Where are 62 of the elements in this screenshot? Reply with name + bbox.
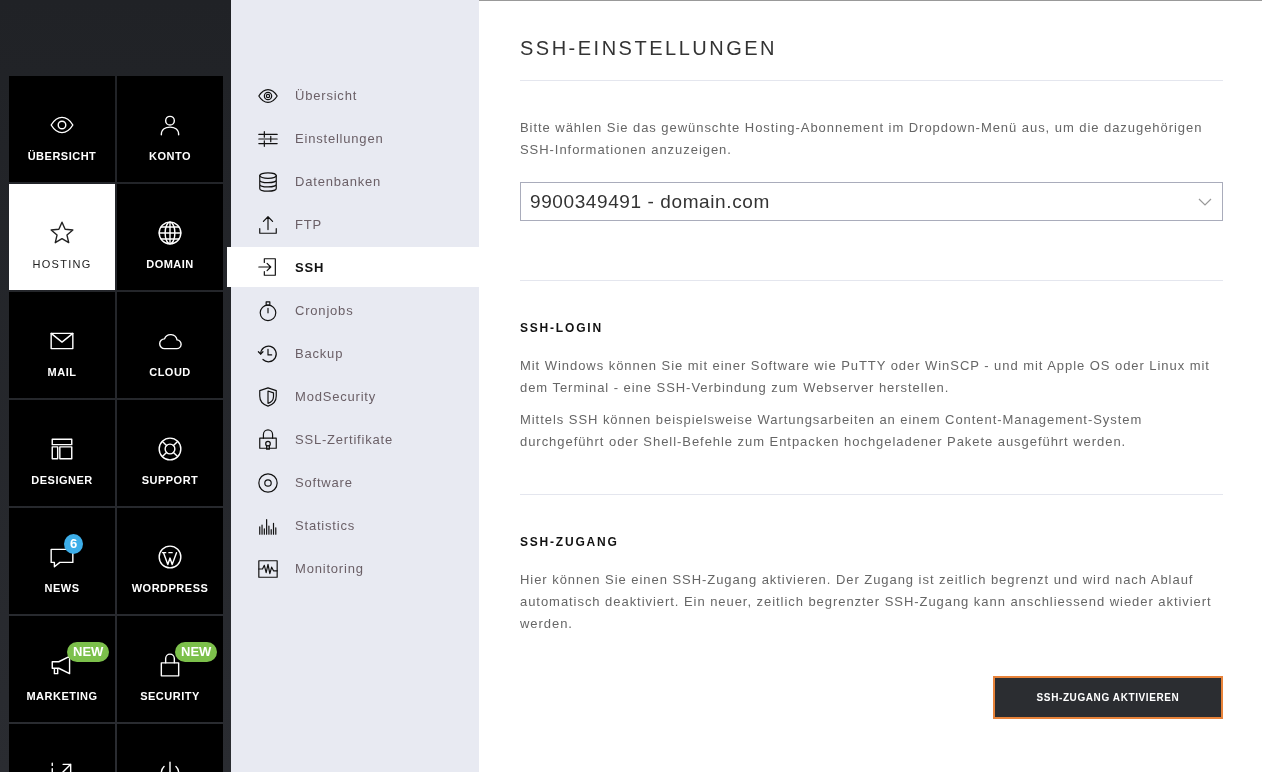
subnav-item[interactable]: Software [227, 461, 479, 504]
subscription-dropdown[interactable]: 9900349491 - domain.com [520, 182, 1223, 221]
new-badge: NEW [175, 642, 218, 662]
new-badge: NEW [67, 642, 110, 662]
nav-tile[interactable]: WORDPRESS [117, 508, 223, 614]
subnav-item[interactable]: Backup [227, 332, 479, 375]
subnav-item[interactable]: Datenbanken [227, 160, 479, 203]
nav-tile[interactable]: HOSTING [9, 184, 115, 290]
nav-tile[interactable]: MAIL [9, 292, 115, 398]
wordpress-icon [157, 544, 183, 570]
tile-label: DOMAIN [146, 258, 194, 270]
subnav-item[interactable]: Einstellungen [227, 117, 479, 160]
nav-tile[interactable]: ÜBERSICHT [9, 76, 115, 182]
section-text: Mit Windows können Sie mit einer Software wie PuTTY oder WinSCP - und mit Apple OS oder Linux mit dem Terminal - eine SSH-Verbindung zum Webserver herstellen. [520, 357, 1211, 397]
disc-icon [257, 471, 279, 494]
nav-tile[interactable]: CLOUD [117, 292, 223, 398]
intro-text: Bitte wählen Sie das gewünschte Hosting-Abonnement im Dropdown-Menü aus, um die dazugehörigen SSH-Informationen anzuzeigen. [520, 119, 1204, 159]
section-text: Mittels SSH können beispielsweise Wartungsarbeiten an einem Content-Management-System durchgeführt oder Shell-Befehle zum Entpacken hochgeladener Pakete ausgeführt werden. [520, 411, 1144, 451]
section-heading: SSH-LOGIN [520, 321, 604, 335]
stopwatch-icon [257, 299, 279, 322]
page-title: SSH-EINSTELLUNGEN [520, 37, 1223, 81]
tile-label: NEWS [44, 582, 80, 594]
database-icon [257, 170, 279, 193]
subnav-item[interactable]: Monitoring [227, 547, 479, 590]
tile-label: MAIL [47, 366, 77, 378]
certificate-lock-icon [257, 428, 279, 451]
nav-tile[interactable]: 6 NEWS [9, 508, 115, 614]
upload-icon [257, 213, 279, 236]
nav-tile[interactable]: SUPPORT [117, 400, 223, 506]
tile-label: MARKETING [26, 690, 98, 702]
tile-label: SECURITY [140, 690, 200, 702]
nav-tile[interactable]: NEW SECURITY [117, 616, 223, 722]
tile-label: DESIGNER [31, 474, 93, 486]
lifebuoy-icon [157, 436, 183, 462]
layout-icon [49, 436, 75, 462]
subnav-item[interactable]: Übersicht [227, 74, 479, 117]
nav-tile[interactable]: DESIGNER [9, 400, 115, 506]
shield-icon [257, 385, 279, 408]
chevron-down-icon [1198, 197, 1212, 206]
tile-label: WORDPRESS [131, 582, 209, 594]
login-icon [257, 256, 279, 278]
pulse-icon [257, 557, 279, 580]
nav-tile[interactable]: DOMAIN [117, 184, 223, 290]
star-icon [49, 220, 75, 246]
subnav-item[interactable]: SSL-Zertifikate [227, 418, 479, 461]
count-badge: 6 [64, 534, 83, 554]
tile-label: SUPPORT [141, 474, 199, 486]
subnav-item[interactable]: Statistics [227, 504, 479, 547]
subnav-item[interactable]: ModSecurity [227, 375, 479, 418]
subnav-item[interactable]: FTP [227, 203, 479, 246]
section-text: Hier können Sie einen SSH-Zugang aktivieren. Der Zugang ist zeitlich begrenzt und wird nach Ablauf automatisch deaktiviert. Ein neuer, zeitlich begrenzter SSH-Zugang kann anschliessend wieder aktiviert werden. [520, 571, 1213, 633]
section-heading: SSH-ZUGANG [520, 535, 620, 549]
activate-ssh-button[interactable]: SSH-ZUGANG AKTIVIEREN [993, 676, 1223, 719]
subnav-item[interactable]: SSH [227, 247, 479, 287]
nav-tile[interactable]: NEW MARKETING [9, 616, 115, 722]
tile-label: ÜBERSICHT [27, 150, 97, 162]
nav-tile[interactable]: KONTO [117, 76, 223, 182]
tile-label: HOSTING [32, 258, 92, 270]
tile-label: KONTO [149, 150, 191, 162]
tile-label: CLOUD [149, 366, 191, 378]
subnav-item[interactable]: Cronjobs [227, 289, 479, 332]
globe-icon [157, 220, 183, 246]
